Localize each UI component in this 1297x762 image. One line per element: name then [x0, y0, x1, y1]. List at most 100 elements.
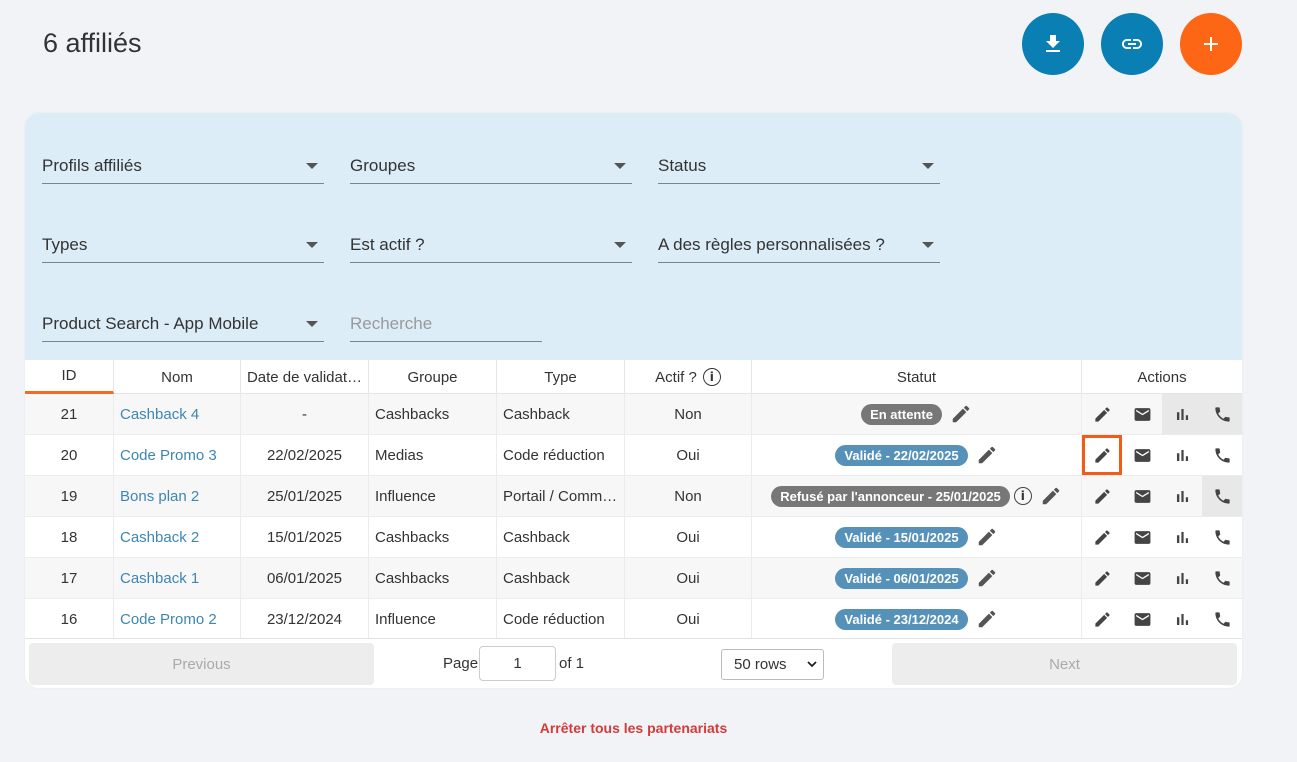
col-id[interactable]: ID — [25, 360, 114, 394]
edit-status-icon[interactable] — [1040, 485, 1062, 507]
mail-action-button[interactable] — [1122, 517, 1162, 557]
bar-chart-action-button[interactable] — [1162, 476, 1202, 516]
cell-statut: Refusé par l'annonceur - 25/01/2025 i — [752, 476, 1082, 516]
phone-action-button[interactable] — [1202, 476, 1242, 516]
cell-text: Cashbacks — [375, 528, 450, 546]
col-actif[interactable]: Actif ? i — [625, 360, 752, 394]
cell-statut: Validé - 06/01/2025 — [752, 558, 1082, 598]
cell-actif: Oui — [625, 558, 752, 598]
cell-type: Code réduction — [497, 435, 625, 475]
filter-status[interactable]: Status — [658, 148, 940, 184]
mail-action-button[interactable] — [1122, 435, 1162, 475]
filter-types[interactable]: Types — [42, 227, 324, 263]
page-total: of 1 — [559, 655, 585, 672]
previous-button[interactable]: Previous — [29, 643, 374, 685]
search-placeholder: Recherche — [350, 313, 433, 333]
info-icon[interactable]: i — [1013, 487, 1032, 505]
filter-regles[interactable]: A des règles personnalisées ? — [658, 227, 940, 263]
edit-status-icon[interactable] — [950, 403, 972, 425]
edit-status-icon[interactable] — [976, 526, 998, 548]
col-date[interactable]: Date de validat… — [241, 360, 369, 394]
pencil-action-button[interactable] — [1082, 558, 1122, 598]
cell-text: Influence — [375, 487, 436, 505]
edit-status-icon[interactable] — [976, 608, 998, 630]
pencil-action-button[interactable] — [1082, 476, 1122, 516]
phone-action-button[interactable] — [1202, 435, 1242, 475]
filter-product-search[interactable]: Product Search - App Mobile — [42, 306, 324, 342]
cell-text: 21 — [60, 405, 78, 423]
table-row: 16 Code Promo 2 23/12/2024 Influence Code ré… — [25, 599, 1242, 640]
table-row: 18 Cashback 2 15/01/2025 Cashbacks Cashback O… — [25, 517, 1242, 558]
cell-groupe: Influence — [369, 599, 497, 639]
cell-text: Non — [674, 405, 702, 423]
pencil-action-button[interactable] — [1082, 599, 1122, 639]
affiliate-name-link[interactable]: Code Promo 3 — [120, 447, 217, 464]
phone-action-button[interactable] — [1202, 599, 1242, 639]
phone-action-button[interactable] — [1202, 558, 1242, 598]
bar-chart-icon — [1176, 490, 1188, 502]
affiliate-name-link[interactable]: Bons plan 2 — [120, 488, 199, 505]
filter-est-actif[interactable]: Est actif ? — [350, 227, 632, 263]
pencil-action-button[interactable] — [1082, 517, 1122, 557]
phone-action-button[interactable] — [1202, 394, 1242, 434]
pencil-action-button[interactable] — [1082, 394, 1122, 434]
edit-status-icon[interactable] — [976, 444, 998, 466]
info-icon[interactable]: i — [702, 368, 721, 386]
bar-chart-icon — [1176, 449, 1188, 461]
affiliate-name-link[interactable]: Cashback 2 — [120, 529, 199, 546]
statut-group: En attente — [861, 403, 972, 425]
download-button[interactable] — [1022, 13, 1084, 75]
cell-text: 06/01/2025 — [266, 569, 343, 587]
bar-chart-action-button[interactable] — [1162, 599, 1202, 639]
bar-chart-icon — [1176, 531, 1188, 543]
cell-groupe: Cashbacks — [369, 394, 497, 434]
page-number-input[interactable]: 1 — [479, 646, 556, 681]
affiliate-name-link[interactable]: Cashback 1 — [120, 570, 199, 587]
cell-text: Cashbacks — [375, 405, 450, 423]
statut-group: Validé - 22/02/2025 — [835, 444, 997, 466]
cell-type: Cashback — [497, 394, 625, 434]
stop-all-partnerships-link[interactable]: Arrêter tous les partenariats — [0, 720, 1267, 736]
cell-text: 22/02/2025 — [266, 446, 343, 464]
col-type[interactable]: Type — [497, 360, 625, 394]
affiliate-name-link[interactable]: Code Promo 2 — [120, 611, 217, 628]
filter-groupes[interactable]: Groupes — [350, 148, 632, 184]
phone-icon — [1214, 406, 1230, 422]
search-input[interactable]: Recherche — [350, 306, 542, 342]
rows-per-page-select[interactable]: 50 rows — [721, 649, 824, 680]
caret-down-icon — [306, 321, 318, 327]
caret-down-icon — [922, 242, 934, 248]
add-button[interactable] — [1180, 13, 1242, 75]
plus-icon — [1204, 37, 1218, 51]
table-header: ID Nom Date de validat… Groupe Type Acti… — [25, 360, 1242, 394]
filter-types-label: Types — [42, 234, 88, 254]
cell-text: 17 — [60, 569, 78, 587]
cell-type: Code réduction — [497, 599, 625, 639]
next-button[interactable]: Next — [892, 643, 1237, 685]
mail-action-button[interactable] — [1122, 394, 1162, 434]
statut-group: Refusé par l'annonceur - 25/01/2025 i — [771, 485, 1062, 507]
bar-chart-action-button[interactable] — [1162, 394, 1202, 434]
cell-text: Cashback — [503, 528, 570, 546]
col-statut[interactable]: Statut — [752, 360, 1082, 394]
cell-text: 20 — [60, 446, 78, 464]
cell-text: 25/01/2025 — [266, 487, 343, 505]
cell-actif: Non — [625, 394, 752, 434]
bar-chart-action-button[interactable] — [1162, 435, 1202, 475]
cell-text: Cashback — [503, 569, 570, 587]
mail-action-button[interactable] — [1122, 599, 1162, 639]
link-button[interactable] — [1101, 13, 1163, 75]
cell-text: Cashback — [503, 405, 570, 423]
mail-action-button[interactable] — [1122, 558, 1162, 598]
col-groupe[interactable]: Groupe — [369, 360, 497, 394]
pencil-action-button[interactable] — [1082, 435, 1122, 475]
edit-status-icon[interactable] — [976, 567, 998, 589]
filter-profils[interactable]: Profils affiliés — [42, 148, 324, 184]
phone-action-button[interactable] — [1202, 517, 1242, 557]
col-nom[interactable]: Nom — [114, 360, 241, 394]
bar-chart-action-button[interactable] — [1162, 517, 1202, 557]
affiliate-name-link[interactable]: Cashback 4 — [120, 406, 199, 423]
statut-group: Validé - 06/01/2025 — [835, 567, 997, 589]
mail-action-button[interactable] — [1122, 476, 1162, 516]
bar-chart-action-button[interactable] — [1162, 558, 1202, 598]
